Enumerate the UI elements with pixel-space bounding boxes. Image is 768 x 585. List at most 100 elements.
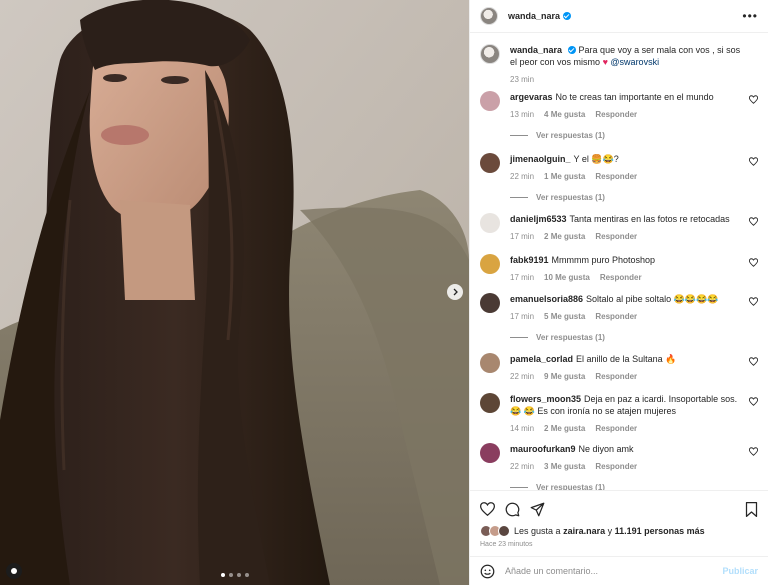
- comment-row: jimenaolguin_ Y el 🍔😂? 22 min 1 Me gusta Res…: [480, 153, 758, 202]
- comment-row: mauroofurkan9 Ne diyon amk 22 min 3 Me gust…: [480, 443, 758, 490]
- send-icon[interactable]: [530, 502, 545, 517]
- comment-row: emanuelsoria886 Soltalo al pibe soltalo 😂…: [480, 293, 758, 342]
- reply-button[interactable]: Responder: [595, 231, 637, 243]
- chevron-right-icon: [453, 288, 458, 296]
- reply-button[interactable]: Responder: [595, 109, 637, 121]
- comment-time: 17 min: [510, 273, 535, 282]
- comment-row: danieljm6533 Tanta mentiras en las fotos …: [480, 213, 758, 243]
- comment-time: 22 min: [510, 372, 535, 381]
- comment-row: flowers_moon35 Deja en paz a icardi. Inso…: [480, 393, 758, 435]
- heart-icon[interactable]: [749, 397, 758, 406]
- add-comment-bar: Publicar: [470, 556, 768, 585]
- replies-line: [510, 135, 528, 136]
- liker-username[interactable]: zaira.nara: [563, 526, 605, 536]
- comment-time: 17 min: [510, 232, 535, 241]
- view-replies-label[interactable]: Ver respuestas (1): [536, 483, 605, 490]
- comment-time: 13 min: [510, 110, 535, 119]
- next-photo-button[interactable]: [447, 284, 463, 300]
- comment-likes[interactable]: 10 Me gusta: [544, 272, 590, 284]
- comment-username[interactable]: pamela_corlad: [510, 354, 573, 364]
- view-replies-button[interactable]: Ver respuestas (1): [510, 193, 758, 202]
- reply-button[interactable]: Responder: [595, 461, 637, 473]
- comment-username[interactable]: jimenaolguin_: [510, 154, 571, 164]
- user-tag-icon[interactable]: [6, 563, 22, 579]
- reply-button[interactable]: Responder: [595, 371, 637, 383]
- photo-indicator: [0, 573, 469, 577]
- comment-likes[interactable]: 3 Me gusta: [544, 461, 585, 473]
- reply-button[interactable]: Responder: [595, 171, 637, 183]
- avatar[interactable]: [480, 393, 500, 413]
- caption-username[interactable]: wanda_nara: [510, 45, 562, 55]
- comment-text: Y el 🍔😂?: [573, 154, 619, 164]
- comment-username[interactable]: emanuelsoria886: [510, 294, 583, 304]
- likes-count-link[interactable]: 11.191 personas más: [615, 526, 705, 536]
- avatar[interactable]: [480, 353, 500, 373]
- heart-icon[interactable]: [749, 258, 758, 267]
- comment-username[interactable]: flowers_moon35: [510, 394, 581, 404]
- heart-emoji-icon: ♥: [602, 57, 608, 67]
- heart-icon[interactable]: [749, 297, 758, 306]
- comment-text: Soltalo al pibe soltalo 😂😂😂😂: [586, 294, 719, 304]
- heart-icon[interactable]: [480, 502, 495, 516]
- comment-likes[interactable]: 2 Me gusta: [544, 231, 585, 243]
- comment-time: 17 min: [510, 312, 535, 321]
- avatar[interactable]: [480, 7, 498, 25]
- avatar[interactable]: [480, 213, 500, 233]
- view-replies-button[interactable]: Ver respuestas (1): [510, 483, 758, 490]
- view-replies-label[interactable]: Ver respuestas (1): [536, 131, 605, 140]
- caption-mention-link[interactable]: @swarovski: [610, 57, 659, 67]
- post-timestamp[interactable]: Hace 23 minutos: [480, 541, 758, 548]
- post-username[interactable]: wanda_nara: [508, 11, 560, 21]
- avatar[interactable]: [480, 293, 500, 313]
- heart-icon[interactable]: [749, 95, 758, 104]
- comment-username[interactable]: fabk9191: [510, 255, 549, 265]
- avatar[interactable]: [480, 91, 500, 111]
- comment-text: Mmmmm puro Photoshop: [551, 255, 656, 265]
- comment-likes[interactable]: 4 Me gusta: [544, 109, 585, 121]
- replies-line: [510, 337, 528, 338]
- view-replies-label[interactable]: Ver respuestas (1): [536, 193, 605, 202]
- heart-icon[interactable]: [749, 217, 758, 226]
- comment-time: 14 min: [510, 424, 535, 433]
- comment-username[interactable]: argevaras: [510, 92, 553, 102]
- comment-likes[interactable]: 2 Me gusta: [544, 423, 585, 435]
- heart-icon[interactable]: [749, 447, 758, 456]
- more-options-button[interactable]: •••: [742, 9, 758, 23]
- comment-username[interactable]: danieljm6533: [510, 214, 567, 224]
- comment-text: No te creas tan importante en el mundo: [555, 92, 714, 102]
- reply-button[interactable]: Responder: [600, 272, 642, 284]
- photo-indicator-dot: [220, 573, 225, 577]
- comment-username[interactable]: mauroofurkan9: [510, 444, 576, 454]
- heart-icon[interactable]: [749, 357, 758, 366]
- verified-badge-icon: [563, 12, 572, 20]
- comment-icon[interactable]: [505, 502, 520, 517]
- reply-button[interactable]: Responder: [595, 311, 637, 323]
- photo-indicator-dot: [244, 573, 249, 577]
- comment-input[interactable]: [505, 566, 723, 576]
- avatar[interactable]: [480, 443, 500, 463]
- comment-time: 22 min: [510, 462, 535, 471]
- emoji-icon[interactable]: [480, 564, 495, 579]
- photo-indicator-dot: [236, 573, 241, 577]
- publish-button[interactable]: Publicar: [722, 566, 758, 576]
- comment-text: Ne diyon amk: [578, 444, 634, 454]
- view-replies-button[interactable]: Ver respuestas (1): [510, 333, 758, 342]
- bookmark-icon[interactable]: [745, 501, 758, 517]
- comment-text: Tanta mentiras en las fotos re retocadas: [569, 214, 730, 224]
- comment-likes[interactable]: 9 Me gusta: [544, 371, 585, 383]
- avatar[interactable]: [480, 44, 500, 64]
- comment-likes[interactable]: 1 Me gusta: [544, 171, 585, 183]
- portrait-illustration: [0, 0, 469, 585]
- avatar[interactable]: [480, 254, 500, 274]
- view-replies-button[interactable]: Ver respuestas (1): [510, 131, 758, 140]
- likes-summary: Les gusta a zaira.nara y 11.191 personas…: [480, 525, 758, 537]
- reply-button[interactable]: Responder: [595, 423, 637, 435]
- view-replies-label[interactable]: Ver respuestas (1): [536, 333, 605, 342]
- comment-likes[interactable]: 5 Me gusta: [544, 311, 585, 323]
- instagram-post-view: wanda_nara ••• wanda_nara Para que voy a…: [0, 0, 768, 585]
- comments-list: wanda_nara Para que voy a ser mala con v…: [470, 34, 768, 490]
- replies-line: [510, 487, 528, 488]
- post-photo[interactable]: [0, 0, 469, 585]
- avatar[interactable]: [480, 153, 500, 173]
- heart-icon[interactable]: [749, 157, 758, 166]
